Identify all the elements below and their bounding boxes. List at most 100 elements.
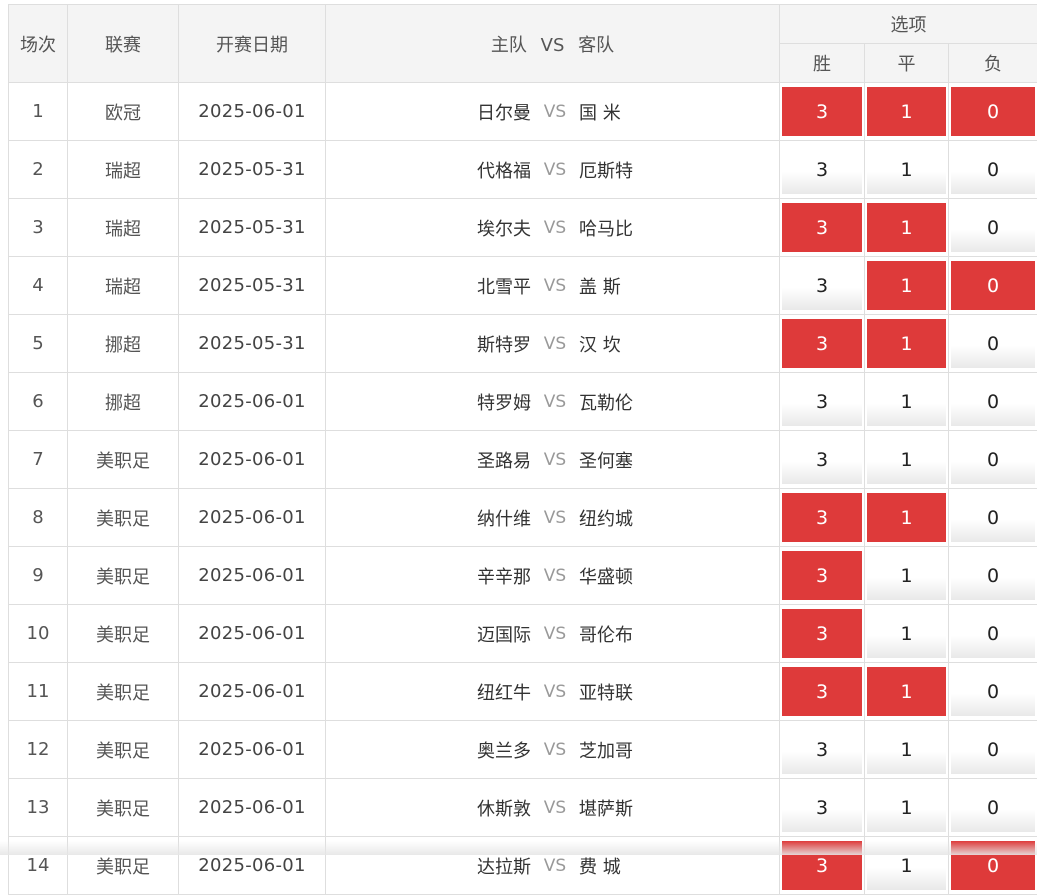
round-number: 4 bbox=[9, 257, 68, 315]
option-lose-button[interactable]: 0 bbox=[951, 783, 1035, 832]
option-win-button[interactable]: 3 bbox=[782, 319, 862, 368]
option-draw-button[interactable]: 1 bbox=[867, 87, 946, 136]
vs-label: VS bbox=[531, 566, 579, 586]
option-draw-button[interactable]: 1 bbox=[867, 377, 946, 426]
option-win-cell: 3 bbox=[780, 83, 865, 141]
match-teams: 辛辛那VS华盛顿 bbox=[326, 547, 780, 605]
option-lose-cell: 0 bbox=[949, 141, 1037, 199]
header-away: 客队 bbox=[578, 35, 614, 56]
match-teams: 奥兰多VS芝加哥 bbox=[326, 721, 780, 779]
table-row: 10美职足2025-06-01迈国际VS哥伦布310 bbox=[9, 605, 1037, 663]
option-lose-cell: 0 bbox=[949, 431, 1037, 489]
option-win-cell: 3 bbox=[780, 199, 865, 257]
header-option-win: 胜 bbox=[780, 44, 865, 83]
option-win-button[interactable]: 3 bbox=[782, 87, 862, 136]
away-team: 堪萨斯 bbox=[579, 795, 633, 821]
option-lose-button[interactable]: 0 bbox=[951, 493, 1035, 542]
league-name: 瑞超 bbox=[68, 141, 179, 199]
option-win-cell: 3 bbox=[780, 605, 865, 663]
away-team: 圣何塞 bbox=[579, 447, 633, 473]
option-lose-button[interactable]: 0 bbox=[951, 319, 1035, 368]
match-teams: 纳什维VS纽约城 bbox=[326, 489, 780, 547]
option-draw-button[interactable]: 1 bbox=[867, 145, 946, 194]
option-draw-cell: 1 bbox=[865, 373, 949, 431]
option-lose-button[interactable]: 0 bbox=[951, 261, 1035, 310]
round-number: 8 bbox=[9, 489, 68, 547]
match-teams: 代格福VS厄斯特 bbox=[326, 141, 780, 199]
option-draw-button[interactable]: 1 bbox=[867, 609, 946, 658]
match-table-container: 场次 联赛 开赛日期 主队 VS 客队 选项 胜 平 负 1欧冠2025-06-… bbox=[8, 4, 1037, 895]
header-vs: VS bbox=[541, 35, 565, 56]
match-teams: 埃尔夫VS哈马比 bbox=[326, 199, 780, 257]
option-draw-button[interactable]: 1 bbox=[867, 551, 946, 600]
league-name: 瑞超 bbox=[68, 199, 179, 257]
option-draw-cell: 1 bbox=[865, 779, 949, 837]
option-win-button[interactable]: 3 bbox=[782, 667, 862, 716]
option-lose-button[interactable]: 0 bbox=[951, 203, 1035, 252]
option-draw-cell: 1 bbox=[865, 83, 949, 141]
option-win-cell: 3 bbox=[780, 547, 865, 605]
header-home: 主队 bbox=[491, 35, 527, 56]
league-name: 挪超 bbox=[68, 315, 179, 373]
home-team: 北雪平 bbox=[326, 273, 531, 299]
option-lose-button[interactable]: 0 bbox=[951, 667, 1035, 716]
match-teams: 北雪平VS盖 斯 bbox=[326, 257, 780, 315]
option-win-button[interactable]: 3 bbox=[782, 551, 862, 600]
option-lose-button[interactable]: 0 bbox=[951, 145, 1035, 194]
option-lose-button[interactable]: 0 bbox=[951, 377, 1035, 426]
option-win-button[interactable]: 3 bbox=[782, 203, 862, 252]
table-row: 8美职足2025-06-01纳什维VS纽约城310 bbox=[9, 489, 1037, 547]
option-draw-button[interactable]: 1 bbox=[867, 319, 946, 368]
option-draw-button[interactable]: 1 bbox=[867, 783, 946, 832]
option-win-button[interactable]: 3 bbox=[782, 377, 862, 426]
option-win-button[interactable]: 3 bbox=[782, 435, 862, 484]
option-lose-button[interactable]: 0 bbox=[951, 435, 1035, 484]
away-team: 费 城 bbox=[579, 853, 621, 879]
league-name: 美职足 bbox=[68, 489, 179, 547]
option-win-cell: 3 bbox=[780, 431, 865, 489]
table-row: 4瑞超2025-05-31北雪平VS盖 斯310 bbox=[9, 257, 1037, 315]
vs-label: VS bbox=[531, 624, 579, 644]
option-draw-button[interactable]: 1 bbox=[867, 667, 946, 716]
option-draw-button[interactable]: 1 bbox=[867, 493, 946, 542]
header-options: 选项 bbox=[780, 5, 1037, 44]
option-draw-button[interactable]: 1 bbox=[867, 435, 946, 484]
match-date: 2025-06-01 bbox=[179, 489, 326, 547]
match-date: 2025-06-01 bbox=[179, 779, 326, 837]
option-lose-cell: 0 bbox=[949, 663, 1037, 721]
vs-label: VS bbox=[531, 218, 579, 238]
home-team: 迈国际 bbox=[326, 621, 531, 647]
option-lose-button[interactable]: 0 bbox=[951, 609, 1035, 658]
option-win-button[interactable]: 3 bbox=[782, 261, 862, 310]
match-table: 场次 联赛 开赛日期 主队 VS 客队 选项 胜 平 负 1欧冠2025-06-… bbox=[8, 4, 1037, 895]
option-lose-button[interactable]: 0 bbox=[951, 87, 1035, 136]
away-team: 亚特联 bbox=[579, 679, 633, 705]
match-date: 2025-06-01 bbox=[179, 721, 326, 779]
option-win-button[interactable]: 3 bbox=[782, 783, 862, 832]
vs-label: VS bbox=[531, 102, 579, 122]
option-draw-cell: 1 bbox=[865, 547, 949, 605]
vs-label: VS bbox=[531, 450, 579, 470]
table-row: 1欧冠2025-06-01日尔曼VS国 米310 bbox=[9, 83, 1037, 141]
option-lose-button[interactable]: 0 bbox=[951, 551, 1035, 600]
vs-label: VS bbox=[531, 508, 579, 528]
option-draw-button[interactable]: 1 bbox=[867, 725, 946, 774]
match-date: 2025-06-01 bbox=[179, 663, 326, 721]
option-win-button[interactable]: 3 bbox=[782, 493, 862, 542]
option-draw-button[interactable]: 1 bbox=[867, 261, 946, 310]
home-team: 休斯敦 bbox=[326, 795, 531, 821]
table-row: 12美职足2025-06-01奥兰多VS芝加哥310 bbox=[9, 721, 1037, 779]
option-win-cell: 3 bbox=[780, 779, 865, 837]
option-draw-cell: 1 bbox=[865, 257, 949, 315]
option-win-button[interactable]: 3 bbox=[782, 145, 862, 194]
option-draw-cell: 1 bbox=[865, 605, 949, 663]
option-win-cell: 3 bbox=[780, 141, 865, 199]
match-date: 2025-05-31 bbox=[179, 141, 326, 199]
option-win-button[interactable]: 3 bbox=[782, 609, 862, 658]
option-draw-button[interactable]: 1 bbox=[867, 203, 946, 252]
option-win-button[interactable]: 3 bbox=[782, 725, 862, 774]
option-draw-cell: 1 bbox=[865, 721, 949, 779]
home-team: 埃尔夫 bbox=[326, 215, 531, 241]
header-option-lose: 负 bbox=[949, 44, 1037, 83]
option-lose-button[interactable]: 0 bbox=[951, 725, 1035, 774]
